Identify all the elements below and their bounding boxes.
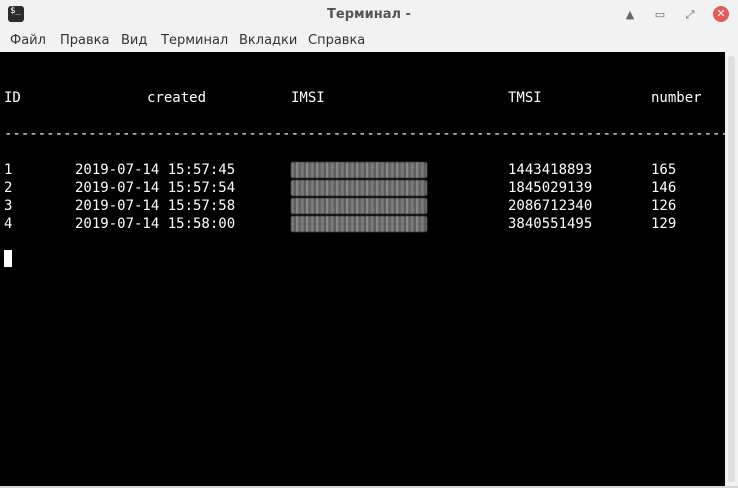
column-header-tmsi: TMSI bbox=[508, 90, 542, 106]
row-number: 165 bbox=[651, 162, 677, 178]
row-created: 2019-07-14 15:58:00 bbox=[75, 216, 236, 232]
terminal-output[interactable]: ID created IMSI TMSI number ------------… bbox=[0, 52, 725, 486]
scrollbar-thumb[interactable] bbox=[728, 56, 735, 482]
menu-bar: Файл Правка Вид Терминал Вкладки Справка bbox=[0, 30, 738, 52]
column-header-id: ID bbox=[4, 90, 21, 106]
separator-line: ----------------------------------------… bbox=[4, 126, 725, 142]
redacted-imsi bbox=[291, 216, 427, 232]
menu-edit[interactable]: Правка bbox=[60, 33, 109, 48]
text-cursor bbox=[4, 250, 12, 267]
row-created: 2019-07-14 15:57:58 bbox=[75, 198, 236, 214]
menu-terminal[interactable]: Терминал bbox=[161, 33, 228, 48]
vertical-scrollbar[interactable] bbox=[725, 52, 738, 486]
row-created: 2019-07-14 15:57:54 bbox=[75, 180, 236, 196]
redacted-imsi bbox=[291, 198, 427, 214]
menu-help[interactable]: Справка bbox=[308, 33, 365, 48]
column-header-number: number bbox=[651, 90, 702, 106]
row-tmsi: 1845029139 bbox=[508, 180, 593, 196]
row-id: 1 bbox=[4, 162, 13, 178]
terminal-window: $_ Терминал - ▲ ▭ ⤢ ✕ Файл Правка Вид Те… bbox=[0, 0, 738, 488]
row-id: 3 bbox=[4, 198, 13, 214]
column-header-imsi: IMSI bbox=[291, 90, 325, 106]
row-id: 4 bbox=[4, 216, 13, 232]
row-tmsi: 3840551495 bbox=[508, 216, 593, 232]
restore-icon[interactable]: ⤢ bbox=[682, 7, 698, 23]
row-number: 129 bbox=[651, 216, 677, 232]
menu-view[interactable]: Вид bbox=[121, 33, 147, 48]
redacted-imsi bbox=[291, 180, 427, 196]
row-number: 146 bbox=[651, 180, 677, 196]
row-tmsi: 1443418893 bbox=[508, 162, 593, 178]
close-icon[interactable]: ✕ bbox=[713, 6, 729, 22]
row-number: 126 bbox=[651, 198, 677, 214]
maximize-icon[interactable]: ▭ bbox=[652, 7, 668, 23]
redacted-imsi bbox=[291, 162, 427, 178]
minimize-icon[interactable]: ▲ bbox=[622, 7, 638, 23]
row-tmsi: 2086712340 bbox=[508, 198, 593, 214]
menu-file[interactable]: Файл bbox=[10, 33, 46, 48]
row-id: 2 bbox=[4, 180, 13, 196]
menu-tabs[interactable]: Вкладки bbox=[239, 33, 297, 48]
column-header-created: created bbox=[147, 90, 207, 106]
row-created: 2019-07-14 15:57:45 bbox=[75, 162, 236, 178]
title-bar[interactable]: $_ Терминал - ▲ ▭ ⤢ ✕ bbox=[0, 0, 738, 30]
